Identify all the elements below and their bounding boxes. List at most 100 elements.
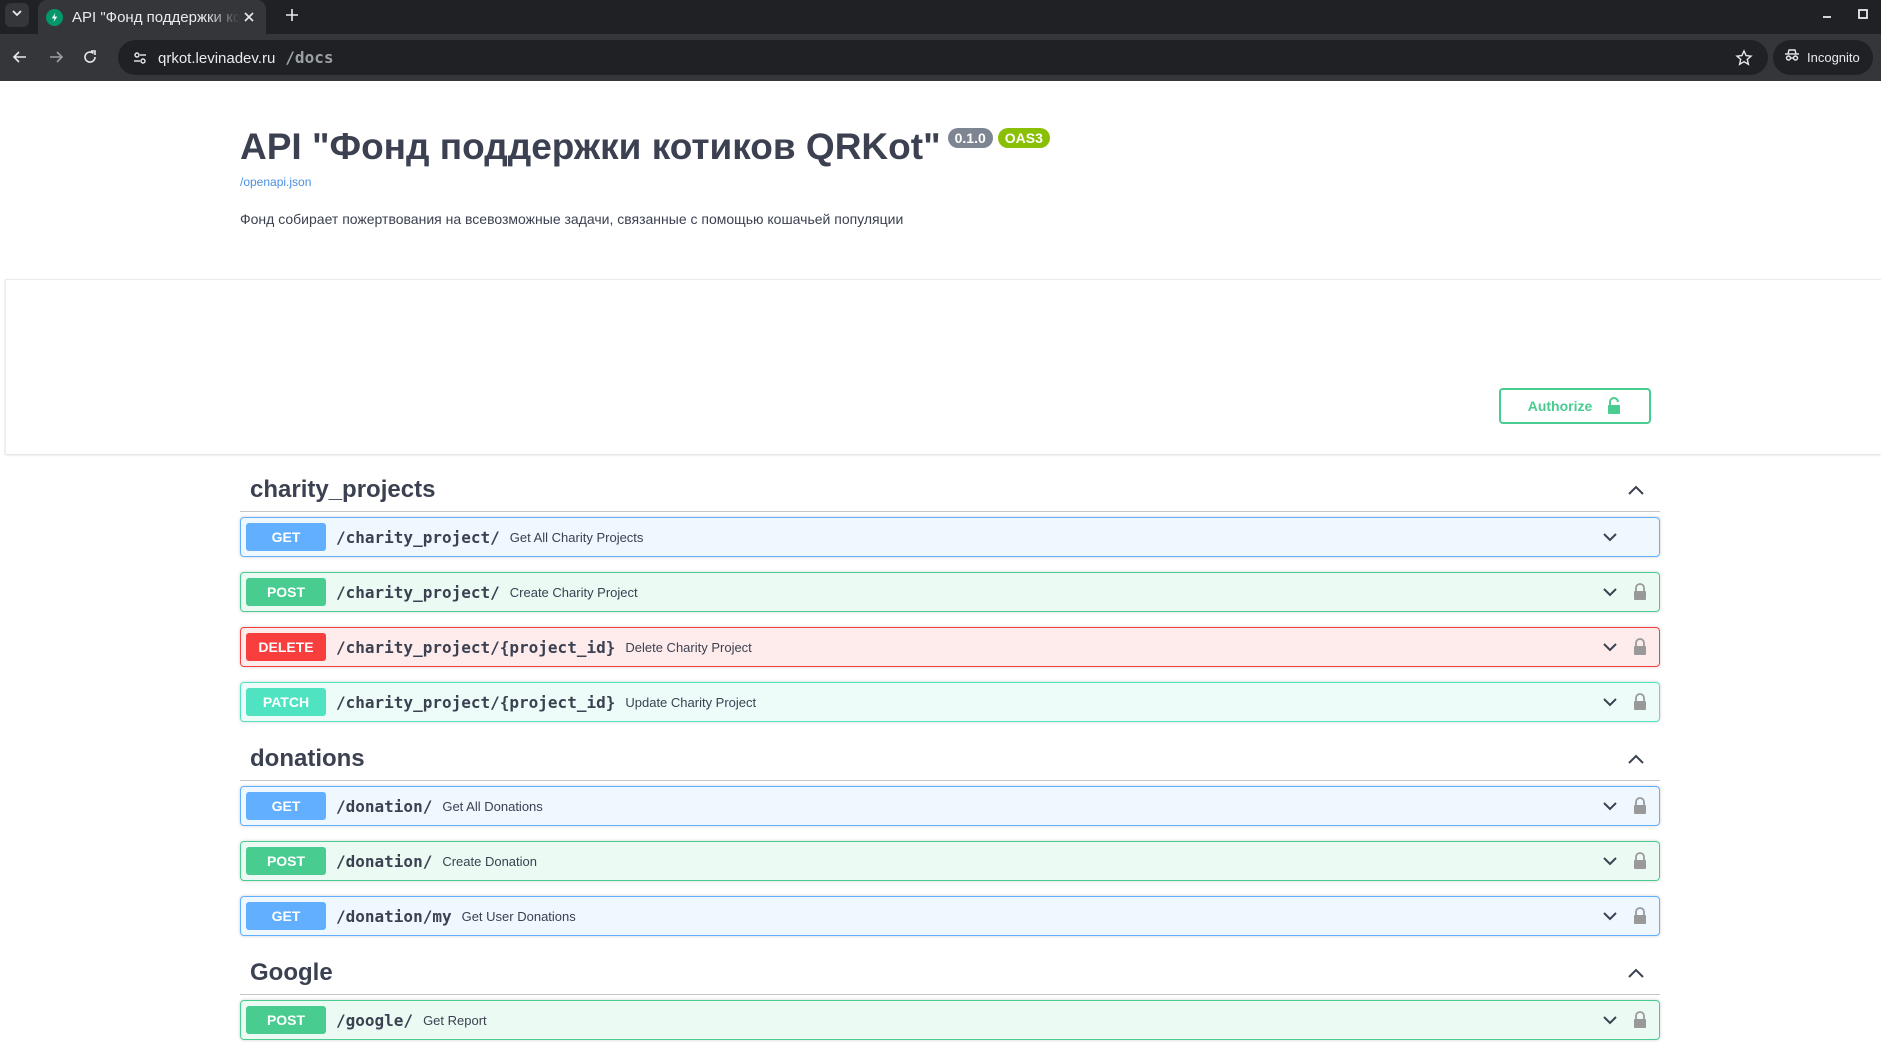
arrow-right-icon[interactable] bbox=[44, 45, 68, 69]
method-badge: POST bbox=[246, 1006, 326, 1034]
operation-row-patch[interactable]: PATCH/charity_project/{project_id} Update… bbox=[240, 682, 1660, 722]
operation-summary: Update Charity Project bbox=[625, 694, 757, 710]
tag-header[interactable]: donations bbox=[240, 737, 1660, 781]
incognito-indicator[interactable]: Incognito bbox=[1773, 40, 1873, 75]
chevron-up-icon[interactable] bbox=[1622, 745, 1650, 773]
operation-summary: Create Donation bbox=[442, 853, 537, 869]
chevron-down-icon[interactable] bbox=[1600, 906, 1620, 926]
tag-name: Google bbox=[250, 958, 333, 986]
lock-icon[interactable] bbox=[1630, 637, 1650, 657]
minimize-icon[interactable] bbox=[1819, 6, 1835, 22]
operation-path: /charity_project/{project_id} bbox=[336, 637, 616, 657]
lock-icon[interactable] bbox=[1630, 796, 1650, 816]
api-title: API "Фонд поддержки котиков QRKot" bbox=[240, 126, 941, 167]
tune-icon[interactable] bbox=[130, 48, 150, 68]
lock-icon[interactable] bbox=[1630, 582, 1650, 602]
chevron-down-icon[interactable] bbox=[1600, 796, 1620, 816]
tab-search-button[interactable] bbox=[5, 3, 29, 27]
authorize-button[interactable]: Authorize bbox=[1499, 388, 1651, 424]
operation-icons bbox=[1600, 692, 1654, 712]
method-badge: POST bbox=[246, 847, 326, 875]
incognito-label: Incognito bbox=[1807, 50, 1860, 65]
operation-row-post[interactable]: POST/donation/Create Donation bbox=[240, 841, 1660, 881]
operation-icons bbox=[1600, 796, 1654, 816]
tag-section-charity_projects: charity_projects GET/charity_project/Get … bbox=[240, 468, 1660, 722]
url-path: /docs bbox=[285, 48, 334, 67]
chevron-down-icon[interactable] bbox=[1600, 692, 1620, 712]
openapi-json-link[interactable]: /openapi.json bbox=[240, 175, 311, 189]
method-badge: POST bbox=[246, 578, 326, 606]
api-description: Фонд собирает пожертвования на всевозмож… bbox=[240, 211, 904, 227]
operation-icons bbox=[1600, 906, 1654, 926]
operation-icons bbox=[1600, 1010, 1654, 1030]
version-badge: 0.1.0 bbox=[947, 128, 993, 148]
tag-name: charity_projects bbox=[250, 475, 436, 503]
tag-section-google: Google POST/google/Get Report bbox=[240, 951, 1660, 1040]
lock-icon[interactable] bbox=[1630, 1010, 1650, 1030]
chevron-down-icon[interactable] bbox=[1600, 851, 1620, 871]
browser-toolbar: qrkot.levinadev.ru/docs Incognito bbox=[0, 34, 1881, 81]
unlock-icon bbox=[1606, 397, 1622, 415]
chevron-down-icon[interactable] bbox=[1600, 637, 1620, 657]
lock-icon[interactable] bbox=[1630, 906, 1650, 926]
lock-icon[interactable] bbox=[1630, 851, 1650, 871]
swagger-page: API "Фонд поддержки котиков QRKot" 0.1.0… bbox=[0, 81, 1881, 1040]
operation-icons bbox=[1600, 851, 1654, 871]
browser-tab-active[interactable]: API "Фонд поддержки котиков QRKot" bbox=[38, 0, 266, 34]
star-icon[interactable] bbox=[1734, 48, 1754, 68]
arrow-left-icon[interactable] bbox=[8, 45, 32, 69]
new-tab-button[interactable] bbox=[280, 5, 304, 29]
method-badge: GET bbox=[246, 523, 326, 551]
fastapi-favicon-icon bbox=[46, 8, 63, 26]
chevron-up-icon[interactable] bbox=[1622, 476, 1650, 504]
authorize-label: Authorize bbox=[1527, 398, 1593, 414]
method-badge: GET bbox=[246, 792, 326, 820]
tag-name: donations bbox=[250, 744, 365, 772]
operation-row-post[interactable]: POST/google/Get Report bbox=[240, 1000, 1660, 1040]
operation-row-post[interactable]: POST/charity_project/Create Charity Proj… bbox=[240, 572, 1660, 612]
operation-icons bbox=[1600, 527, 1654, 547]
close-icon[interactable] bbox=[240, 8, 258, 26]
operation-summary: Get User Donations bbox=[461, 908, 576, 924]
incognito-icon bbox=[1784, 47, 1800, 68]
reload-icon[interactable] bbox=[78, 45, 102, 69]
spacer-icon bbox=[1630, 527, 1650, 547]
operation-summary: Get All Charity Projects bbox=[509, 529, 644, 545]
operation-icons bbox=[1600, 582, 1654, 602]
oas-badge: OAS3 bbox=[997, 128, 1050, 148]
tag-section-donations: donations GET/donation/Get All Donations P… bbox=[240, 737, 1660, 936]
operation-path: /google/ bbox=[336, 1010, 414, 1030]
maximize-icon[interactable] bbox=[1855, 6, 1871, 22]
chevron-down-icon[interactable] bbox=[1600, 582, 1620, 602]
operation-path: /donation/my bbox=[336, 906, 452, 926]
operation-icons bbox=[1600, 637, 1654, 657]
chevron-down-icon[interactable] bbox=[1600, 1010, 1620, 1030]
tag-header[interactable]: Google bbox=[240, 951, 1660, 995]
url-text: qrkot.levinadev.ru/docs bbox=[158, 48, 333, 67]
operations-list: charity_projects GET/charity_project/Get … bbox=[240, 468, 1660, 1055]
method-badge: DELETE bbox=[246, 633, 326, 661]
operation-summary: Delete Charity Project bbox=[625, 639, 752, 655]
operation-summary: Get All Donations bbox=[442, 798, 543, 814]
operation-path: /charity_project/{project_id} bbox=[336, 692, 616, 712]
url-host: qrkot.levinadev.ru bbox=[158, 50, 276, 67]
lock-icon[interactable] bbox=[1630, 692, 1650, 712]
operation-row-get[interactable]: GET/donation/Get All Donations bbox=[240, 786, 1660, 826]
scheme-container: Authorize bbox=[5, 279, 1881, 454]
window-controls bbox=[1819, 6, 1871, 22]
title-row: API "Фонд поддержки котиков QRKot" 0.1.0… bbox=[240, 128, 1050, 165]
operation-path: /charity_project/ bbox=[336, 582, 500, 602]
chevron-down-icon[interactable] bbox=[1600, 527, 1620, 547]
operation-row-get[interactable]: GET/donation/my Get User Donations bbox=[240, 896, 1660, 936]
address-bar[interactable]: qrkot.levinadev.ru/docs bbox=[118, 40, 1768, 75]
browser-chrome: API "Фонд поддержки котиков QRKot" bbox=[0, 0, 1881, 81]
tab-strip: API "Фонд поддержки котиков QRKot" bbox=[0, 0, 1881, 34]
tag-header[interactable]: charity_projects bbox=[240, 468, 1660, 512]
chevron-down-icon bbox=[11, 6, 23, 24]
operation-row-get[interactable]: GET/charity_project/Get All Charity Proj… bbox=[240, 517, 1660, 557]
chevron-up-icon[interactable] bbox=[1622, 959, 1650, 987]
operation-row-delete[interactable]: DELETE/charity_project/{project_id} Delet… bbox=[240, 627, 1660, 667]
method-badge: GET bbox=[246, 902, 326, 930]
operation-path: /donation/ bbox=[336, 851, 433, 871]
tab-title: API "Фонд поддержки котиков QRKot" bbox=[72, 8, 240, 26]
